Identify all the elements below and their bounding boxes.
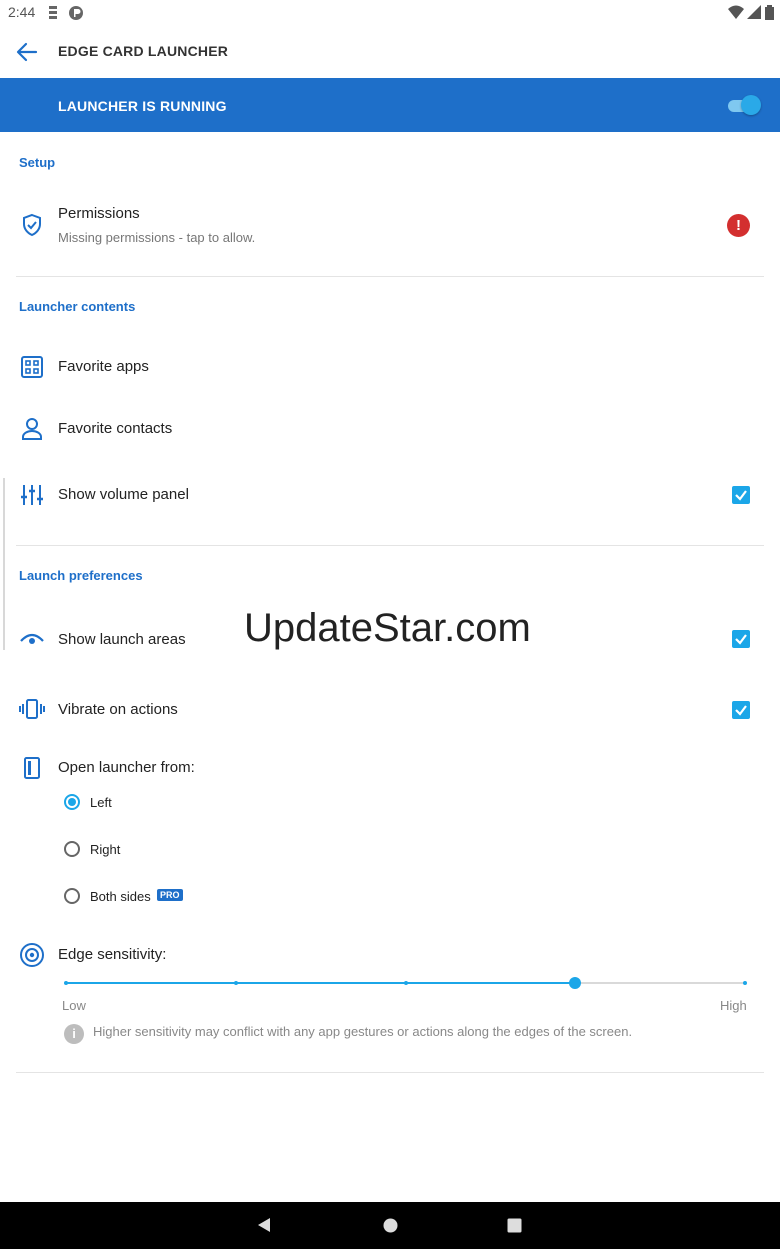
slider-high-label: High <box>720 998 747 1013</box>
storage-icon <box>48 5 58 24</box>
radio-left-label: Left <box>90 795 112 810</box>
edge-sensitivity-label: Edge sensitivity: <box>58 946 167 963</box>
app-notification-icon <box>68 5 84 26</box>
apps-grid-icon <box>19 354 45 380</box>
radio-left[interactable] <box>64 794 80 810</box>
equalizer-icon <box>19 482 45 508</box>
divider <box>16 545 764 546</box>
nav-back-icon[interactable] <box>256 1217 272 1238</box>
favorite-contacts-label: Favorite contacts <box>58 420 173 437</box>
eye-icon <box>19 626 45 652</box>
banner-label: LAUNCHER IS RUNNING <box>58 98 227 114</box>
radio-option-both-sides[interactable]: Both sides PRO <box>60 883 260 911</box>
section-header-launcher-contents: Launcher contents <box>19 299 136 314</box>
signal-icon <box>747 5 761 24</box>
open-launcher-from-row: Open launcher from: <box>0 752 780 784</box>
slider-tick <box>404 981 408 985</box>
radio-both-sides[interactable] <box>64 888 80 904</box>
vibrate-icon <box>19 696 45 722</box>
open-launcher-from-label: Open launcher from: <box>58 759 195 776</box>
page-title: EDGE CARD LAUNCHER <box>58 43 229 59</box>
vibrate-on-actions-row[interactable]: Vibrate on actions <box>0 682 780 738</box>
scroll-indicator <box>3 478 5 650</box>
radio-option-right[interactable]: Right <box>60 837 260 865</box>
back-arrow-icon[interactable] <box>14 39 40 65</box>
vibrate-on-actions-label: Vibrate on actions <box>58 701 178 718</box>
toggle-thumb <box>741 95 761 115</box>
show-volume-panel-label: Show volume panel <box>58 486 189 503</box>
slider-tick <box>743 981 747 985</box>
vibrate-on-actions-checkbox[interactable] <box>732 701 750 719</box>
show-launch-areas-checkbox[interactable] <box>732 630 750 648</box>
status-time: 2:44 <box>8 4 36 20</box>
show-volume-panel-row[interactable]: Show volume panel <box>0 466 780 524</box>
favorite-apps-label: Favorite apps <box>58 358 149 375</box>
wifi-icon <box>728 5 744 24</box>
permissions-title: Permissions <box>58 205 140 222</box>
sensitivity-info-text: Higher sensitivity may conflict with any… <box>93 1024 633 1039</box>
radio-right-label: Right <box>90 842 121 857</box>
section-header-launch-preferences: Launch preferences <box>19 568 143 583</box>
permissions-subtitle: Missing permissions - tap to allow. <box>58 230 256 245</box>
watermark: UpdateStar.com <box>244 606 531 650</box>
shield-check-icon <box>19 212 45 238</box>
info-icon: i <box>64 1024 84 1044</box>
slider-tick <box>234 981 238 985</box>
launcher-toggle[interactable] <box>728 95 762 115</box>
divider <box>16 1072 764 1073</box>
sensitivity-slider-fill <box>66 982 575 984</box>
status-bar: 2:44 <box>0 0 780 26</box>
favorite-contacts-row[interactable]: Favorite contacts <box>0 402 780 456</box>
launcher-running-banner[interactable]: LAUNCHER IS RUNNING <box>0 78 780 132</box>
edge-sensitivity-row: Edge sensitivity: <box>0 940 780 970</box>
person-icon <box>19 416 45 442</box>
favorite-apps-row[interactable]: Favorite apps <box>0 340 780 394</box>
radio-both-sides-label: Both sides <box>90 889 151 904</box>
radio-right[interactable] <box>64 841 80 857</box>
nav-recents-icon[interactable] <box>507 1218 522 1238</box>
pro-badge: PRO <box>157 889 183 901</box>
navigation-bar <box>0 1202 780 1249</box>
slider-low-label: Low <box>62 998 86 1013</box>
toolbar: EDGE CARD LAUNCHER <box>0 26 780 78</box>
battery-icon <box>765 5 774 25</box>
target-icon <box>19 942 45 968</box>
section-header-setup: Setup <box>19 155 56 170</box>
nav-home-icon[interactable] <box>383 1218 398 1238</box>
divider <box>16 276 764 277</box>
radio-option-left[interactable]: Left <box>60 790 260 818</box>
show-volume-panel-checkbox[interactable] <box>732 486 750 504</box>
slider-tick <box>64 981 68 985</box>
sensitivity-slider-thumb[interactable] <box>569 977 581 989</box>
phone-icon <box>19 755 45 781</box>
alert-icon: ! <box>727 214 750 237</box>
show-launch-areas-label: Show launch areas <box>58 631 186 648</box>
permissions-row[interactable]: Permissions Missing permissions - tap to… <box>0 190 780 264</box>
